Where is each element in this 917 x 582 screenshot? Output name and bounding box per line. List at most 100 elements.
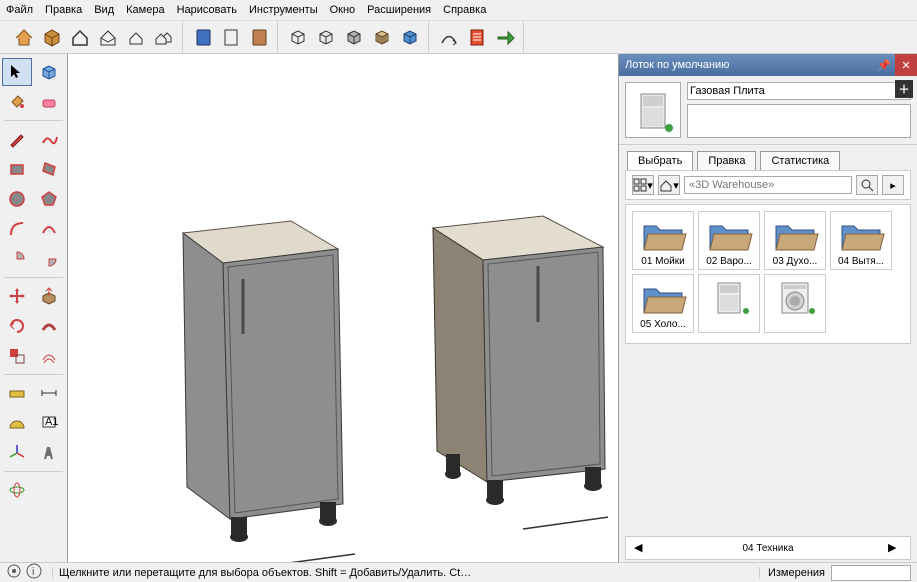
paint-bucket-tool[interactable]	[2, 88, 32, 116]
folder-icon	[635, 277, 691, 319]
rotate-tool[interactable]	[2, 312, 32, 340]
status-bar: i Щелкните или перетащите для выбора объ…	[0, 562, 917, 582]
tab-edit[interactable]: Правка	[697, 151, 756, 170]
polygon-tool[interactable]	[34, 185, 64, 213]
house-roof-icon[interactable]	[12, 25, 36, 49]
folder-icon	[635, 214, 691, 256]
move-tool[interactable]	[2, 282, 32, 310]
stove-icon	[701, 277, 757, 319]
info-icon[interactable]: i	[26, 563, 42, 582]
cube-light-icon[interactable]	[314, 25, 338, 49]
rectangle-tool[interactable]	[2, 155, 32, 183]
axes-tool[interactable]	[2, 439, 32, 467]
washer-icon	[767, 277, 823, 319]
followme-tool[interactable]	[34, 312, 64, 340]
nav-current-folder: 04 Техника	[742, 543, 793, 554]
pushpull-tool[interactable]	[34, 282, 64, 310]
circle-tool[interactable]	[2, 185, 32, 213]
svg-text:i: i	[32, 566, 34, 578]
component-desc-input[interactable]	[687, 104, 911, 138]
select-tool[interactable]	[2, 58, 32, 86]
cube-med-icon[interactable]	[342, 25, 366, 49]
nav-next-icon[interactable]: ▶	[888, 541, 902, 555]
geolocation-icon[interactable]	[6, 563, 22, 582]
cube-stripes-icon[interactable]	[370, 25, 394, 49]
red-page-icon[interactable]	[465, 25, 489, 49]
menu-view[interactable]: Вид	[94, 4, 114, 16]
arc2-tool[interactable]	[34, 215, 64, 243]
menu-camera[interactable]: Камера	[126, 4, 164, 16]
menu-extensions[interactable]: Расширения	[367, 4, 431, 16]
house-small-icon[interactable]	[124, 25, 148, 49]
menubar: Файл Правка Вид Камера Нарисовать Инстру…	[0, 0, 917, 20]
menu-help[interactable]: Справка	[443, 4, 486, 16]
protractor-tool[interactable]	[2, 409, 32, 437]
main-toolbar	[0, 20, 917, 54]
pie2-tool[interactable]	[34, 245, 64, 273]
expand-icon[interactable]: ＋	[895, 80, 913, 98]
3dtext-tool[interactable]	[34, 439, 64, 467]
folder-label: 02 Варо...	[700, 256, 758, 267]
close-icon[interactable]: ✕	[895, 54, 917, 76]
offset-tool[interactable]	[34, 342, 64, 370]
component-name-input[interactable]	[687, 82, 911, 100]
home-icon[interactable]: ▾	[658, 175, 680, 195]
menu-draw[interactable]: Нарисовать	[177, 4, 237, 16]
folder-item[interactable]: 04 Вытя...	[830, 211, 892, 270]
details-icon[interactable]: ▸	[882, 175, 904, 195]
pie-tool[interactable]	[2, 245, 32, 273]
scale-tool[interactable]	[2, 342, 32, 370]
house-pair-icon[interactable]	[152, 25, 176, 49]
box-gold-icon[interactable]	[40, 25, 64, 49]
cube-tool[interactable]	[34, 58, 64, 86]
menu-tools[interactable]: Инструменты	[249, 4, 318, 16]
tape-tool[interactable]	[2, 379, 32, 407]
menu-window[interactable]: Окно	[330, 4, 356, 16]
page-icon[interactable]	[219, 25, 243, 49]
component-grid: 01 Мойки 02 Варо... 03 Духо...04 Вытя... 05…	[625, 204, 911, 344]
tray-panel: Лоток по умолчанию 📌 ✕ ＋ Выбрать Правка …	[619, 54, 917, 562]
arc-tool[interactable]	[2, 215, 32, 243]
tab-select[interactable]: Выбрать	[627, 151, 693, 170]
status-hint: Щелкните или перетащите для выбора объек…	[52, 567, 472, 579]
folder-item[interactable]: 02 Варо...	[698, 211, 760, 270]
book-brown-icon[interactable]	[247, 25, 271, 49]
rotated-rect-tool[interactable]	[34, 155, 64, 183]
measure-field[interactable]	[831, 565, 911, 581]
curve-arrow-icon[interactable]	[437, 25, 461, 49]
folder-nav: ◀ 04 Техника ▶	[625, 536, 911, 560]
component-tabs: Выбрать Правка Статистика	[619, 145, 917, 170]
component-thumbnail[interactable]	[625, 82, 681, 138]
tool-palette: A1	[0, 54, 68, 562]
text-tool[interactable]: A1	[34, 409, 64, 437]
cube-outline-icon[interactable]	[286, 25, 310, 49]
house-open-icon[interactable]	[96, 25, 120, 49]
eraser-tool[interactable]	[34, 88, 64, 116]
green-arrow-icon[interactable]	[493, 25, 517, 49]
dimension-tool[interactable]	[34, 379, 64, 407]
folder-item[interactable]	[698, 274, 760, 333]
menu-edit[interactable]: Правка	[45, 4, 82, 16]
folder-item[interactable]: 01 Мойки	[632, 211, 694, 270]
tab-stats[interactable]: Статистика	[760, 151, 840, 170]
book-blue-icon[interactable]	[191, 25, 215, 49]
tray-title: Лоток по умолчанию	[625, 59, 729, 71]
folder-item[interactable]: 05 Холо...	[632, 274, 694, 333]
menu-file[interactable]: Файл	[6, 4, 33, 16]
folder-item[interactable]	[764, 274, 826, 333]
cube-blue-icon[interactable]	[398, 25, 422, 49]
pencil-tool[interactable]	[2, 125, 32, 153]
search-input[interactable]	[684, 176, 852, 194]
folder-icon	[701, 214, 757, 256]
3d-viewport[interactable]: ➤	[68, 54, 619, 562]
measure-label: Измерения	[759, 567, 825, 579]
house-outline-icon[interactable]	[68, 25, 92, 49]
freehand-tool[interactable]	[34, 125, 64, 153]
pin-icon[interactable]: 📌	[873, 54, 895, 76]
nav-prev-icon[interactable]: ◀	[634, 541, 648, 555]
search-icon[interactable]	[856, 175, 878, 195]
folder-item[interactable]: 03 Духо...	[764, 211, 826, 270]
folder-icon	[767, 214, 823, 256]
orbit-tool[interactable]	[2, 476, 32, 504]
view-mode-icon[interactable]: ▾	[632, 175, 654, 195]
